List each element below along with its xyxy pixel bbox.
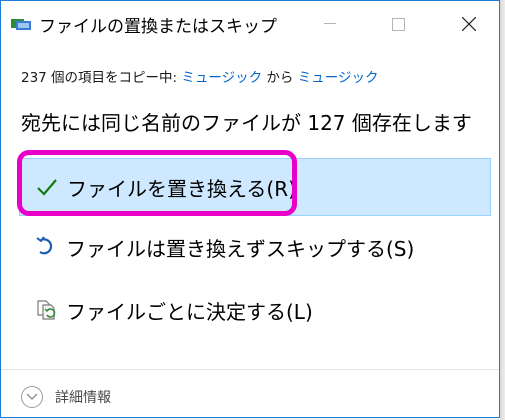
close-icon [462, 17, 476, 31]
copy-status-prefix: 237 個の項目をコピー中: [21, 70, 182, 86]
conflict-heading: 宛先には同じ名前のファイルが 127 個存在します [21, 111, 472, 135]
skip-arrow-icon [36, 236, 53, 255]
minimize-button[interactable] [307, 1, 353, 47]
maximize-icon [391, 17, 405, 31]
footer-divider [1, 369, 499, 370]
destination-folder-link[interactable]: ミュージック [298, 70, 379, 86]
window-title: ファイルの置換またはスキップ [39, 17, 277, 37]
maximize-button[interactable] [375, 1, 421, 47]
skip-files-label: ファイルは置き換えずスキップする(S) [66, 237, 415, 261]
replace-or-skip-dialog: ファイルの置換またはスキップ 237 個の項目をコピー中: ミュージック から … [0, 0, 500, 418]
minimize-icon [324, 23, 336, 24]
compare-files-icon [37, 300, 56, 320]
decide-each-option[interactable]: ファイルごとに決定する(L) [19, 282, 491, 340]
title-bar: ファイルの置換またはスキップ [1, 1, 499, 47]
decide-each-label: ファイルごとに決定する(L) [66, 300, 313, 324]
more-details-toggle[interactable]: 詳細情報 [21, 384, 111, 410]
replace-files-label: ファイルを置き換える(R) [67, 177, 296, 201]
more-details-label: 詳細情報 [55, 390, 111, 406]
skip-files-option[interactable]: ファイルは置き換えずスキップする(S) [19, 219, 491, 277]
window-shadow [500, 0, 505, 420]
chevron-down-icon [21, 386, 43, 408]
copy-status-middle: から [262, 70, 298, 86]
close-button[interactable] [446, 1, 492, 47]
checkmark-icon [37, 179, 57, 196]
copy-status: 237 個の項目をコピー中: ミュージック から ミュージック [21, 66, 378, 86]
source-folder-link[interactable]: ミュージック [181, 70, 262, 86]
replace-files-option[interactable]: ファイルを置き換える(R) [19, 158, 491, 216]
file-transfer-icon [11, 19, 31, 30]
